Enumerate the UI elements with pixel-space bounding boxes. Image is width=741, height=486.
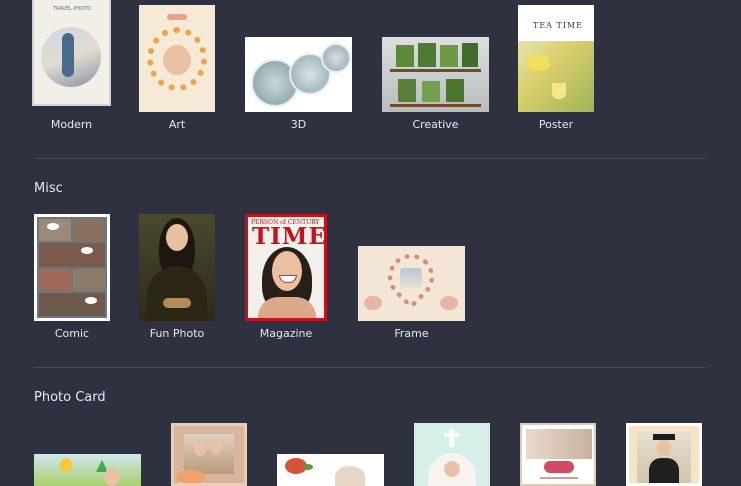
modern-label: Modern — [50, 118, 93, 131]
couple-face-2 — [210, 440, 222, 454]
fun-photo-hands — [163, 298, 191, 308]
art-baby-face — [163, 45, 191, 75]
comic-speech-bubble — [47, 223, 59, 230]
photo-card-birthday-thumbnail[interactable] — [34, 454, 141, 486]
couple-face-1 — [194, 442, 206, 456]
magazine-caption: TIME — [252, 223, 327, 250]
3d-thumbnail — [245, 37, 352, 112]
creative-label: Creative — [412, 118, 459, 131]
modern-person — [62, 33, 74, 77]
couple-photo — [184, 434, 234, 474]
creative-photo-3 — [440, 45, 458, 67]
fun-photo-face — [166, 224, 188, 251]
photo-card-baptism-thumbnail[interactable] — [414, 423, 490, 486]
divider-1 — [34, 158, 706, 159]
creative-photo-7 — [446, 79, 464, 102]
creative-thumbnail — [382, 37, 489, 112]
creative-shelf-top — [390, 69, 481, 72]
template-gallery: TRAVEL PHOTO Modern Art 3D Creative TEA … — [0, 0, 741, 486]
comic-thumbnail — [34, 214, 110, 321]
creative-photo-4 — [462, 43, 478, 67]
photo-card-wedding-thumbnail[interactable] — [520, 423, 596, 486]
comic-panel-6 — [39, 293, 105, 316]
poster-thumbnail: TEA TIME — [518, 5, 594, 112]
frame-label: Frame — [394, 327, 429, 340]
creative-photo-5 — [398, 79, 416, 102]
comic-panel-4 — [39, 269, 71, 291]
frame-photo — [400, 268, 422, 288]
photo-card-graduation-thumbnail[interactable] — [626, 423, 702, 486]
frame-thumbnail — [358, 246, 465, 321]
art-title-ornament — [167, 14, 187, 20]
comic-speech-bubble — [81, 247, 93, 254]
baptism-cross-bar — [444, 433, 459, 437]
birthday-face — [104, 468, 120, 486]
art-thumbnail — [139, 5, 215, 112]
fun-photo-thumbnail — [139, 214, 215, 321]
comic-panel-5 — [73, 269, 105, 291]
poster-teapot — [528, 55, 550, 71]
creative-photo-1 — [396, 45, 414, 67]
fun-photo-label: Fun Photo — [149, 327, 205, 340]
floral-leaf — [303, 464, 313, 470]
magazine-thumbnail: PERSON of CENTURY TIME — [245, 214, 327, 321]
photo-card-couple-thumbnail[interactable] — [171, 423, 247, 486]
divider-2 — [34, 367, 706, 368]
section-title-photo-card: Photo Card — [34, 390, 106, 405]
poster-photo — [518, 41, 594, 112]
creative-photo-6 — [422, 81, 440, 102]
frame-floral-corner — [364, 296, 382, 310]
floral-photo — [335, 466, 365, 486]
fun-photo-body — [147, 266, 207, 321]
comic-panel-3 — [39, 243, 105, 267]
poster-cup — [552, 83, 566, 99]
3d-label: 3D — [290, 118, 307, 131]
creative-photo-2 — [418, 43, 436, 67]
comic-speech-bubble — [85, 297, 97, 304]
frame-floral-corner — [440, 296, 458, 310]
couple-flowers — [176, 470, 206, 483]
poster-label: Poster — [538, 118, 574, 131]
modern-thumbnail: TRAVEL PHOTO — [32, 0, 111, 106]
graduation-gown — [649, 458, 679, 483]
magazine-face — [272, 251, 302, 291]
magazine-label: Magazine — [259, 327, 313, 340]
wedding-photo — [526, 429, 592, 459]
modern-caption: TRAVEL PHOTO — [53, 6, 92, 12]
photo-card-floral-thumbnail[interactable] — [277, 454, 384, 486]
wedding-text-line — [540, 477, 578, 479]
comic-panel-2 — [73, 219, 105, 241]
art-label: Art — [168, 118, 186, 131]
baptism-cross — [449, 429, 454, 447]
magazine-shoulders — [258, 297, 316, 318]
creative-shelf-bottom — [390, 104, 481, 107]
wedding-badge — [544, 461, 574, 473]
section-title-misc: Misc — [34, 181, 63, 196]
graduation-face — [657, 440, 671, 456]
poster-caption: TEA TIME — [533, 21, 584, 30]
3d-circle-small — [321, 43, 351, 73]
birthday-balloon — [60, 458, 72, 472]
baptism-baby-face — [444, 461, 460, 477]
comic-label: Comic — [54, 327, 90, 340]
